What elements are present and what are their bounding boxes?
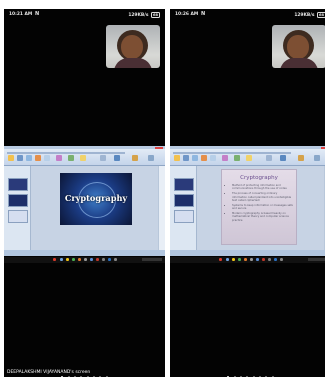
slide-thumbnail <box>8 210 28 223</box>
participant-video-thumbnail[interactable] <box>272 25 325 68</box>
battery-icon: 68 <box>316 12 325 18</box>
slide-bullet: Modern cryptography is based heavily on … <box>232 212 293 222</box>
page-dot[interactable] <box>271 376 274 377</box>
page-dot[interactable] <box>93 376 96 377</box>
ppt-status-bar <box>170 250 325 256</box>
ppt-ribbon <box>170 149 325 166</box>
page-dot[interactable] <box>265 376 268 377</box>
scrollbar <box>158 166 165 250</box>
battery-icon: 68 <box>150 12 160 18</box>
slide-thumbnail-pane <box>170 166 197 250</box>
slide-bullet: Method of protecting information and com… <box>232 184 293 191</box>
slide-thumbnail <box>8 178 28 191</box>
page-dot[interactable] <box>227 376 230 377</box>
windows-taskbar <box>170 257 325 263</box>
page-dot[interactable] <box>259 376 262 377</box>
slide-canvas: Cryptography Method of protecting inform… <box>197 166 325 250</box>
status-right: 129KB/s 68 <box>128 12 160 18</box>
page-dot[interactable] <box>80 376 83 377</box>
screen-owner-label: DEEPALAKSHMI VIJAYANAND's screen <box>7 370 91 375</box>
windows-taskbar <box>4 257 165 263</box>
page-dot[interactable] <box>252 376 255 377</box>
page-dot[interactable] <box>86 376 89 377</box>
slide-light: Cryptography Method of protecting inform… <box>221 169 297 245</box>
page-dot[interactable] <box>61 376 64 377</box>
slide-title: Cryptography <box>240 175 278 181</box>
phone-screen-left: 10:21 AM N 129KB/s 68 Cryptography DEEPA <box>4 9 165 377</box>
page-dot[interactable] <box>246 376 249 377</box>
status-time: 10:26 AM <box>175 12 199 17</box>
slide-bullets: Method of protecting information and com… <box>226 184 293 224</box>
page-dots[interactable] <box>170 363 325 377</box>
page-dot[interactable] <box>99 376 102 377</box>
shared-screen-powerpoint[interactable]: Cryptography Method of protecting inform… <box>170 146 325 256</box>
net-speed: 129KB/s <box>128 13 149 18</box>
slide-thumbnail <box>174 194 194 207</box>
ppt-ribbon <box>4 149 165 166</box>
status-bar: 10:26 AM N 129KB/s 68 <box>170 9 325 21</box>
page-dot[interactable] <box>67 376 70 377</box>
page-dot[interactable] <box>239 376 242 377</box>
participant-video-thumbnail[interactable] <box>106 25 160 68</box>
slide-thumbnail <box>174 178 194 191</box>
mic-icon: N <box>201 11 206 17</box>
page-dot[interactable] <box>233 376 236 377</box>
slide-title: Cryptography <box>64 193 128 203</box>
mic-icon: N <box>35 11 40 17</box>
slide-bullet: The process of converting ordinary infor… <box>232 192 293 202</box>
ppt-status-bar <box>4 250 165 256</box>
slide-bullet: Systems to keep information or messages … <box>232 204 293 211</box>
slide-thumbnail-pane <box>4 166 31 250</box>
slide-canvas: Cryptography <box>31 166 159 250</box>
status-bar: 10:21 AM N 129KB/s 68 <box>4 9 165 21</box>
status-time: 10:21 AM <box>9 12 33 17</box>
slide-thumbnail <box>174 210 194 223</box>
page-dot[interactable] <box>73 376 76 377</box>
phone-screen-right: 10:26 AM N 129KB/s 68 Cryptography Metho… <box>170 9 325 377</box>
page-dot[interactable] <box>105 376 108 377</box>
net-speed: 129KB/s <box>294 13 315 18</box>
slide-thumbnail <box>8 194 28 207</box>
slide-dark: Cryptography <box>60 173 132 225</box>
status-right: 129KB/s 68 <box>294 12 325 18</box>
shared-screen-powerpoint[interactable]: Cryptography <box>4 146 165 256</box>
